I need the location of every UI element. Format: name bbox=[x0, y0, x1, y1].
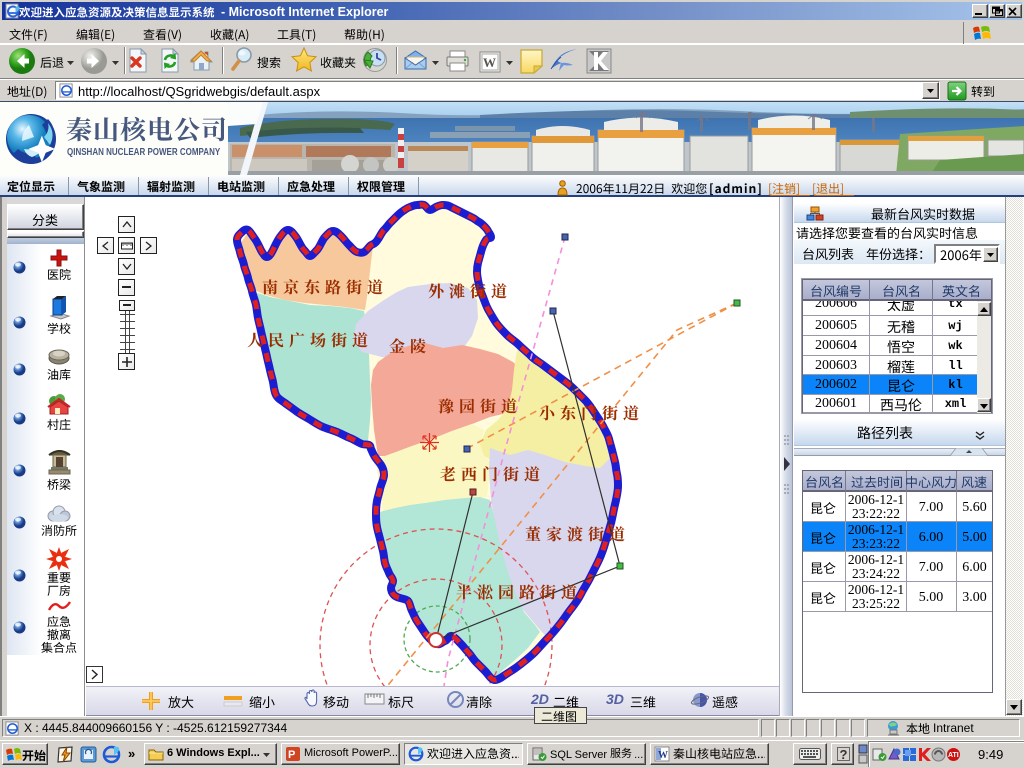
svg-text:P: P bbox=[288, 749, 295, 761]
svg-text:W: W bbox=[483, 55, 496, 70]
svg-text:W: W bbox=[658, 750, 668, 761]
svg-text:ATI: ATI bbox=[948, 752, 959, 759]
